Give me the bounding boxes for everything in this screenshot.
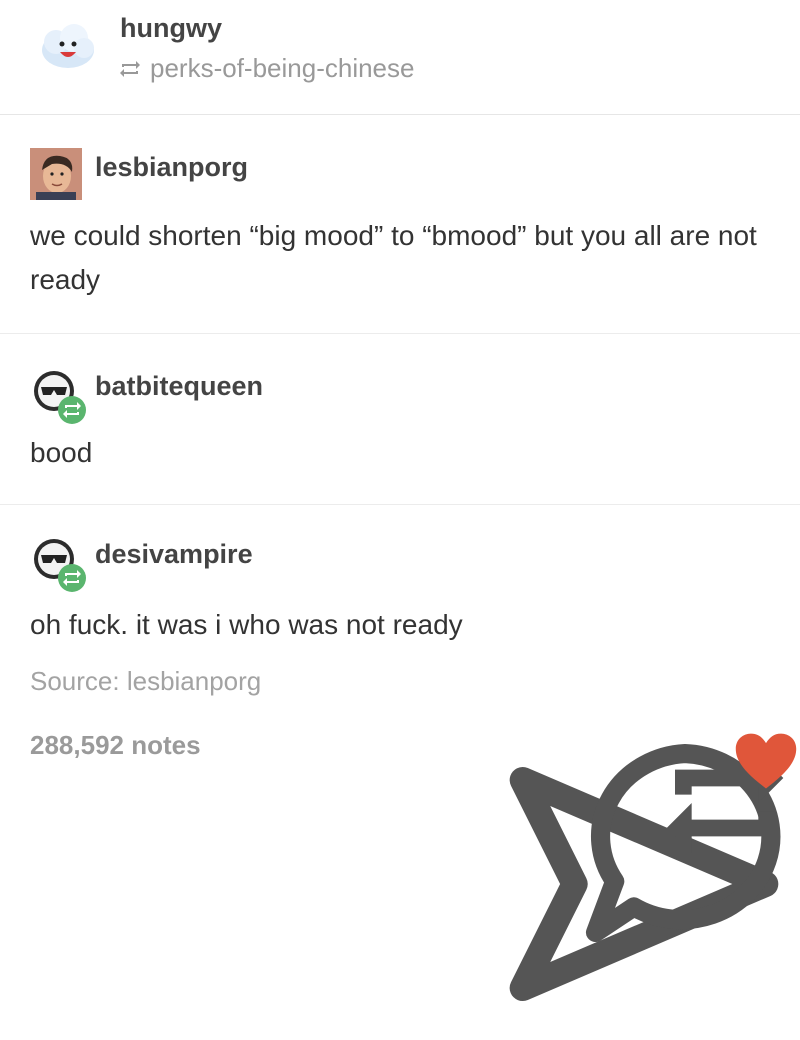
reblog-username[interactable]: lesbianporg [95,152,248,183]
like-heart-icon[interactable] [732,728,800,796]
cloud-face-icon[interactable] [40,20,96,76]
reblog-badge-icon [58,396,86,424]
portrait-avatar-icon[interactable] [30,148,82,200]
reblogged-from-blog: perks-of-being-chinese [150,53,415,83]
notes-count[interactable]: 288,592 notes [30,730,201,761]
reblog-entry-3: desivampire oh fuck. it was i who was no… [0,505,800,655]
reblog-entry-1: lesbianporg we could shorten “big mood” … [0,115,800,334]
reblogged-from[interactable]: perks-of-being-chinese [118,53,414,84]
header-username[interactable]: hungwy [120,13,222,44]
reblog-text: oh fuck. it was i who was not ready [30,609,463,640]
reblog-badge-icon [58,564,86,592]
post-source[interactable]: Source: lesbianporg [30,666,261,697]
reblog-text: we could shorten “big mood” to “bmood” b… [30,220,757,295]
reblog-icon [120,60,140,77]
sunglasses-avatar-icon[interactable] [30,535,90,595]
reblog-username[interactable]: batbitequeen [95,371,263,402]
reblog-text: bood [30,437,93,468]
post-header: hungwy perks-of-being-chinese [0,0,800,115]
reblog-username[interactable]: desivampire [95,539,253,570]
sunglasses-avatar-icon[interactable] [30,367,90,427]
reblog-entry-2: batbitequeen bood [0,334,800,505]
